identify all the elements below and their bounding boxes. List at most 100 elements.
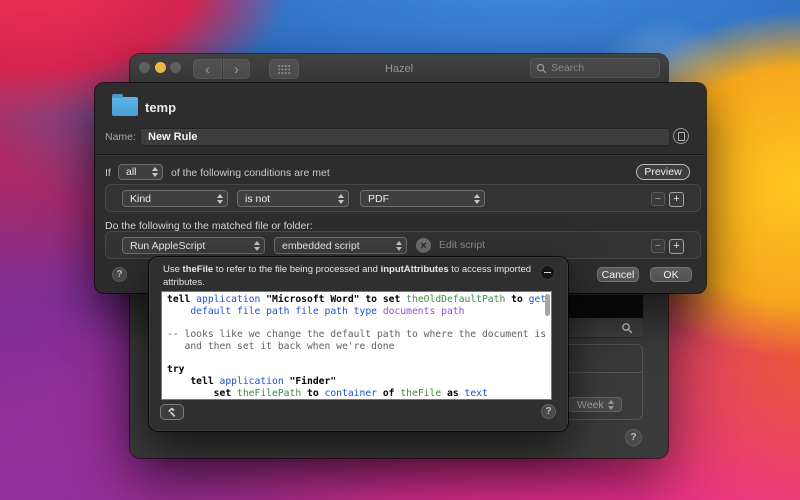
code-token: theFilePath <box>237 388 307 399</box>
code-token: documents path <box>383 306 465 317</box>
search-input[interactable]: Search <box>530 58 660 78</box>
script-editor-popover: Use theFile to refer to the file being p… <box>149 257 568 431</box>
ok-label: OK <box>663 269 678 281</box>
popover-help-button[interactable]: ? <box>541 404 556 419</box>
help-label: ? <box>630 432 636 443</box>
code-line: and then set it back when we're done <box>167 341 551 353</box>
preview-button[interactable]: Preview <box>636 164 690 180</box>
code-token: application <box>196 294 266 305</box>
ok-button[interactable]: OK <box>650 267 692 282</box>
screen: ‹ › Hazel Searc <box>0 0 800 500</box>
code-line: tell application "Microsoft Word" to set… <box>167 294 551 306</box>
match-mode-value: all <box>126 166 148 178</box>
minus-icon: − <box>655 194 661 205</box>
add-action-button[interactable]: + <box>669 239 684 254</box>
stepper-icon <box>338 194 344 204</box>
hint-segment: inputAttributes <box>381 264 449 275</box>
document-icon <box>678 132 685 141</box>
cancel-button[interactable]: Cancel <box>597 267 639 282</box>
minus-icon <box>544 272 551 274</box>
remove-condition-button[interactable]: − <box>651 192 665 206</box>
code-token: of <box>383 388 401 399</box>
cancel-label: Cancel <box>602 269 635 281</box>
condition-attribute-select[interactable]: Kind <box>122 190 228 207</box>
action-value: Run AppleScript <box>130 240 250 252</box>
remove-action-button[interactable]: − <box>651 239 665 253</box>
code-line <box>167 353 551 365</box>
code-token: application <box>220 376 290 387</box>
plus-icon: + <box>673 241 679 252</box>
rule-name-value: New Rule <box>148 131 198 143</box>
x-icon: × <box>420 240 426 252</box>
code-token: theOldDefaultPath <box>406 294 511 305</box>
folder-icon <box>112 97 138 116</box>
code-token: container <box>325 388 383 399</box>
code-line: try <box>167 364 551 376</box>
condition-value-select[interactable]: PDF <box>360 190 485 207</box>
stepper-icon <box>608 400 614 410</box>
script-mode-value: embedded script <box>282 240 392 252</box>
code-token: and then set it back when we're done <box>167 341 394 352</box>
conditions-suffix: of the following conditions are met <box>171 167 330 179</box>
code-token: theFile <box>400 388 447 399</box>
code-line: tell application "Finder" <box>167 376 551 388</box>
hint-segment: theFile <box>183 264 214 275</box>
script-hint-text: Use theFile to refer to the file being p… <box>163 264 535 289</box>
code-line: set theFilePath to container of theFile … <box>167 388 551 400</box>
condition-operator-select[interactable]: is not <box>237 190 349 207</box>
code-line: -- looks like we change the default path… <box>167 329 551 341</box>
condition-value: PDF <box>368 193 470 205</box>
rule-name-input[interactable]: New Rule <box>140 128 670 146</box>
hint-segment: Use <box>163 264 183 275</box>
main-help-button[interactable]: ? <box>625 429 642 446</box>
hint-segment: to access imported <box>449 264 531 275</box>
help-label: ? <box>545 406 551 417</box>
compile-script-button[interactable] <box>160 404 184 420</box>
stepper-icon <box>152 167 158 177</box>
stepper-icon <box>396 241 402 251</box>
close-script-popover-button[interactable]: × <box>416 238 431 253</box>
code-token <box>167 306 190 317</box>
code-line: default file path file path type documen… <box>167 306 551 318</box>
stepper-icon <box>474 194 480 204</box>
code-token: -- looks like we change the default path… <box>167 329 546 340</box>
week-select-value: Week <box>577 399 604 411</box>
plus-icon: + <box>673 194 679 205</box>
document-badge-button[interactable] <box>673 128 689 144</box>
stepper-icon <box>254 241 260 251</box>
week-select[interactable]: Week <box>568 397 622 412</box>
code-token: default file path file path type <box>190 306 382 317</box>
code-token: to set <box>365 294 406 305</box>
edit-script-button[interactable]: Edit script <box>439 239 485 251</box>
if-prefix: If <box>105 167 111 179</box>
match-mode-select[interactable]: all <box>118 164 163 180</box>
search-placeholder: Search <box>551 62 584 74</box>
code-token: as <box>447 388 465 399</box>
rule-help-button[interactable]: ? <box>112 267 127 282</box>
code-token: set <box>167 388 237 399</box>
collapse-button[interactable] <box>540 265 555 280</box>
code-token: "Finder" <box>290 376 337 387</box>
minus-icon: − <box>655 241 661 252</box>
script-mode-select[interactable]: embedded script <box>274 237 407 254</box>
search-icon <box>621 322 633 334</box>
code-token: to <box>511 294 529 305</box>
condition-row: Kind is not PDF − + <box>105 184 701 212</box>
preview-label: Preview <box>644 166 681 178</box>
hint-segment: to refer to the file being processed and <box>213 264 380 275</box>
condition-operator-value: is not <box>245 193 334 205</box>
hammer-icon <box>166 406 179 419</box>
code-line <box>167 317 551 329</box>
scrollbar-thumb[interactable] <box>545 294 550 316</box>
section-divider <box>95 154 706 155</box>
stepper-icon <box>217 194 223 204</box>
add-condition-button[interactable]: + <box>669 192 684 207</box>
action-row: Run AppleScript embedded script × Edit s… <box>105 231 701 259</box>
condition-attribute-value: Kind <box>130 193 213 205</box>
applescript-editor[interactable]: tell application "Microsoft Word" to set… <box>161 291 552 400</box>
code-token: try <box>167 364 185 375</box>
code-token: get <box>529 294 547 305</box>
action-select[interactable]: Run AppleScript <box>122 237 265 254</box>
code-token: "Microsoft Word" <box>266 294 365 305</box>
hazel-titlebar[interactable]: ‹ › Hazel Searc <box>130 54 668 84</box>
